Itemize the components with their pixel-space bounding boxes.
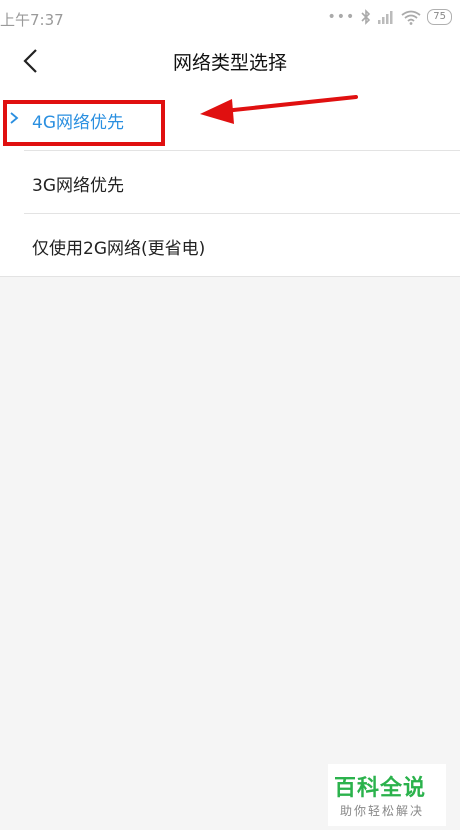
option-label: 仅使用2G网络(更省电) <box>32 239 206 259</box>
watermark: 百科全说 助你轻松解决 <box>328 764 446 826</box>
option-2g-only[interactable]: 仅使用2G网络(更省电) <box>0 214 460 277</box>
option-label: 3G网络优先 <box>32 176 124 196</box>
option-3g-preferred[interactable]: 3G网络优先 <box>0 151 460 214</box>
annotation-arrow <box>200 95 358 124</box>
watermark-subtitle: 助你轻松解决 <box>340 804 425 818</box>
watermark-logo: 百科全说 <box>334 776 427 801</box>
divider <box>0 276 460 277</box>
